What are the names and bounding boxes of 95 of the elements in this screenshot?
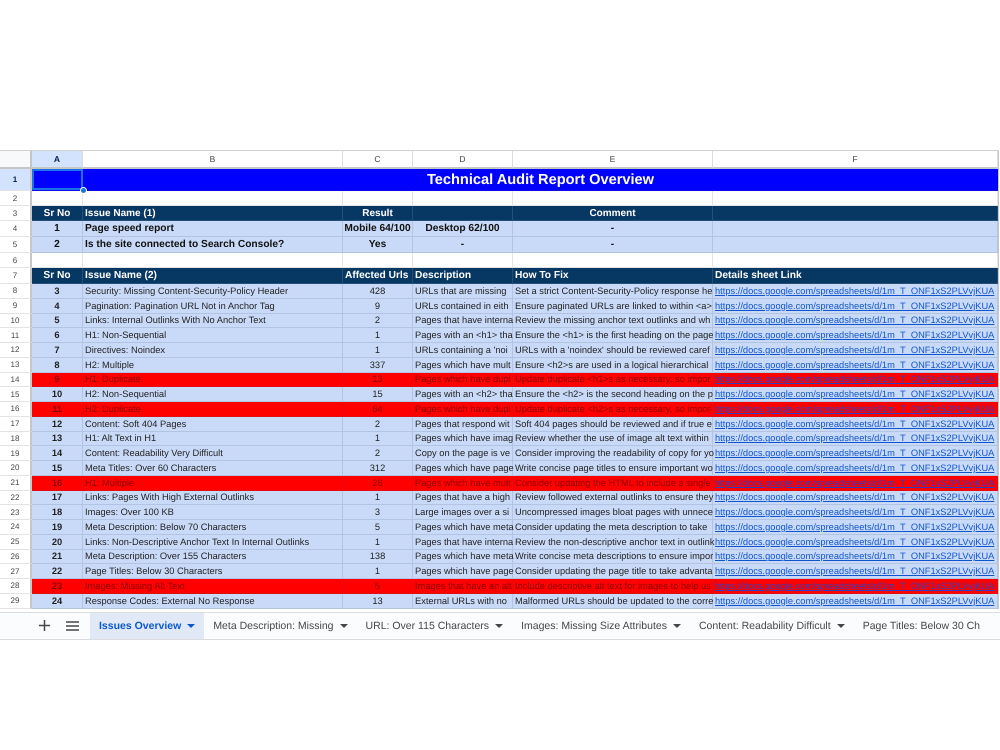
column-heading: Comment — [513, 206, 713, 221]
sheet-link[interactable]: https://docs.google.com/spreadsheets/d/1m_T_ONF1xS2PLVvjKUA — [715, 566, 994, 576]
row-number[interactable]: 13 — [0, 358, 32, 372]
table-cell: 2 — [32, 237, 83, 253]
row-number[interactable]: 23 — [0, 505, 32, 520]
column-letter[interactable]: C — [343, 151, 413, 169]
sheet-link[interactable]: https://docs.google.com/spreadsheets/d/1m_T_ONF1xS2PLVvjKUA — [715, 492, 994, 502]
row-number[interactable]: 5 — [0, 237, 32, 253]
row-number[interactable]: 17 — [0, 416, 32, 432]
row-number[interactable]: 10 — [0, 314, 32, 328]
row-number[interactable]: 6 — [0, 253, 32, 268]
sheet-link[interactable]: https://docs.google.com/spreadsheets/d/1m_T_ONF1xS2PLVvjKUA — [715, 551, 994, 562]
caret-icon[interactable] — [187, 624, 196, 628]
column-heading: Sr No — [32, 206, 83, 221]
row-number[interactable]: 2 — [0, 191, 32, 206]
row-number[interactable]: 7 — [0, 268, 32, 284]
row-number[interactable]: 28 — [0, 579, 32, 594]
table-cell: Page speed report — [83, 221, 343, 237]
row-number[interactable]: 8 — [0, 284, 32, 299]
add-icon[interactable] — [38, 620, 50, 631]
sheet-link[interactable]: https://docs.google.com/spreadsheets/d/1m_T_ONF1xS2PLVvjKUA — [715, 596, 994, 606]
row-number[interactable]: 14 — [0, 372, 32, 388]
column-letter[interactable]: B — [83, 151, 343, 169]
row-number[interactable]: 19 — [0, 446, 32, 461]
column-heading: Issue Name (1) — [83, 206, 343, 221]
sheet-link[interactable]: https://docs.google.com/spreadsheets/d/1m_T_ONF1xS2PLVvjKUA — [715, 433, 994, 444]
sheet-link[interactable]: https://docs.google.com/spreadsheets/d/1m_T_ONF1xS2PLVvjKUA — [715, 300, 994, 311]
sheet-link[interactable]: https://docs.google.com/spreadsheets/d/1m_T_ONF1xS2PLVvjKUA — [715, 536, 994, 547]
caret-icon[interactable] — [495, 624, 504, 628]
column-heading: Details sheet Link — [713, 268, 998, 284]
sheet-link[interactable]: https://docs.google.com/spreadsheets/d/1m_T_ONF1xS2PLVvjKUA — [715, 286, 994, 296]
row-number[interactable]: 27 — [0, 564, 32, 579]
report-title: Technical Audit Report Overview — [426, 172, 654, 188]
sheet-link[interactable]: https://docs.google.com/spreadsheets/d/1m_T_ONF1xS2PLVvjKUA — [715, 330, 994, 340]
row-number[interactable]: 1 — [0, 169, 32, 191]
column-heading: Affected Urls — [343, 268, 413, 284]
fill-handle[interactable] — [80, 187, 87, 194]
row-number[interactable]: 15 — [0, 387, 32, 402]
select-all-corner[interactable] — [0, 151, 32, 169]
table-cell: - — [513, 237, 713, 253]
table-cell: Desktop 62/100 — [413, 221, 513, 237]
column-letter[interactable]: D — [413, 151, 513, 169]
sheet-tab[interactable]: Images: Missing Size Attributes — [512, 612, 690, 638]
row-number[interactable]: 21 — [0, 476, 32, 490]
row-number[interactable]: 29 — [0, 594, 32, 608]
table-cell: 13 — [343, 594, 413, 608]
column-letter[interactable]: E — [513, 151, 713, 169]
column-heading: Issue Name (2) — [83, 268, 343, 284]
sheet-link[interactable]: https://docs.google.com/spreadsheets/d/1m_T_ONF1xS2PLVvjKUA — [715, 360, 994, 370]
column-heading: Description — [413, 268, 513, 284]
table-cell: - — [413, 237, 513, 253]
row-number[interactable]: 24 — [0, 520, 32, 535]
column-heading: How To Fix — [513, 268, 713, 284]
row-number[interactable]: 12 — [0, 343, 32, 358]
sheet-tab[interactable]: Issues Overview — [90, 612, 204, 638]
caret-icon[interactable] — [340, 624, 348, 628]
table-cell: External URLs with no — [413, 594, 513, 608]
sheet-link[interactable]: https://docs.google.com/spreadsheets/d/1m_T_ONF1xS2PLVvjKUA — [715, 315, 994, 326]
column-letter[interactable]: F — [713, 151, 998, 169]
caret-icon[interactable] — [836, 624, 845, 628]
row-number[interactable]: 18 — [0, 432, 32, 446]
table-cell: Mobile 64/100 — [343, 221, 413, 237]
column-heading: Result — [343, 206, 413, 221]
menu-icon[interactable] — [66, 620, 78, 630]
caret-icon[interactable] — [672, 624, 681, 628]
sheet-link[interactable]: https://docs.google.com/spreadsheets/d/1m_T_ONF1xS2PLVvjKUA — [715, 522, 994, 532]
sheet-link[interactable]: https://docs.google.com/spreadsheets/d/1m_T_ONF1xS2PLVvjKUA — [715, 462, 994, 473]
row-number[interactable]: 26 — [0, 550, 32, 564]
row-number[interactable]: 3 — [0, 206, 32, 221]
sheet-link[interactable]: https://docs.google.com/spreadsheets/d/1m_T_ONF1xS2PLVvjKUA — [715, 418, 994, 429]
sheet-tab[interactable]: URL: Over 115 Characters — [356, 612, 512, 638]
row-number[interactable]: 22 — [0, 490, 32, 506]
sheet-tab[interactable]: Page Titles: Below 30 Ch — [854, 612, 990, 638]
column-letter[interactable]: A — [32, 151, 83, 169]
sheet-link[interactable]: https://docs.google.com/spreadsheets/d/1m_T_ONF1xS2PLVvjKUA — [715, 448, 994, 458]
column-heading: Sr No — [32, 268, 83, 284]
row-number[interactable]: 4 — [0, 221, 32, 237]
row-number[interactable]: 25 — [0, 534, 32, 550]
table-cell: 1 — [32, 221, 83, 237]
sheet-link[interactable]: https://docs.google.com/spreadsheets/d/1m_T_ONF1xS2PLVvjKUA — [715, 507, 994, 518]
cell-selection-border — [32, 169, 83, 190]
row-number[interactable]: 9 — [0, 298, 32, 314]
table-cell: Response Codes: External No Response — [83, 594, 343, 608]
sheet-link[interactable]: https://docs.google.com/spreadsheets/d/1m_T_ONF1xS2PLVvjKUA — [715, 389, 994, 400]
sheet-tab[interactable]: Content: Readability Difficult — [690, 612, 854, 638]
table-cell: Yes — [343, 237, 413, 253]
row-number[interactable]: 20 — [0, 461, 32, 476]
table-cell: 24 — [32, 594, 83, 608]
table-cell: Malformed URLs should be updated to the corre — [513, 594, 713, 608]
sheet-link[interactable]: https://docs.google.com/spreadsheets/d/1m_T_ONF1xS2PLVvjKUA — [715, 344, 994, 355]
table-cell: Is the site connected to Search Console? — [83, 237, 343, 253]
row-number[interactable]: 11 — [0, 328, 32, 343]
table-cell: - — [513, 221, 713, 237]
sheet-tab[interactable]: Meta Description: Missing — [204, 612, 357, 638]
row-number[interactable]: 16 — [0, 402, 32, 417]
